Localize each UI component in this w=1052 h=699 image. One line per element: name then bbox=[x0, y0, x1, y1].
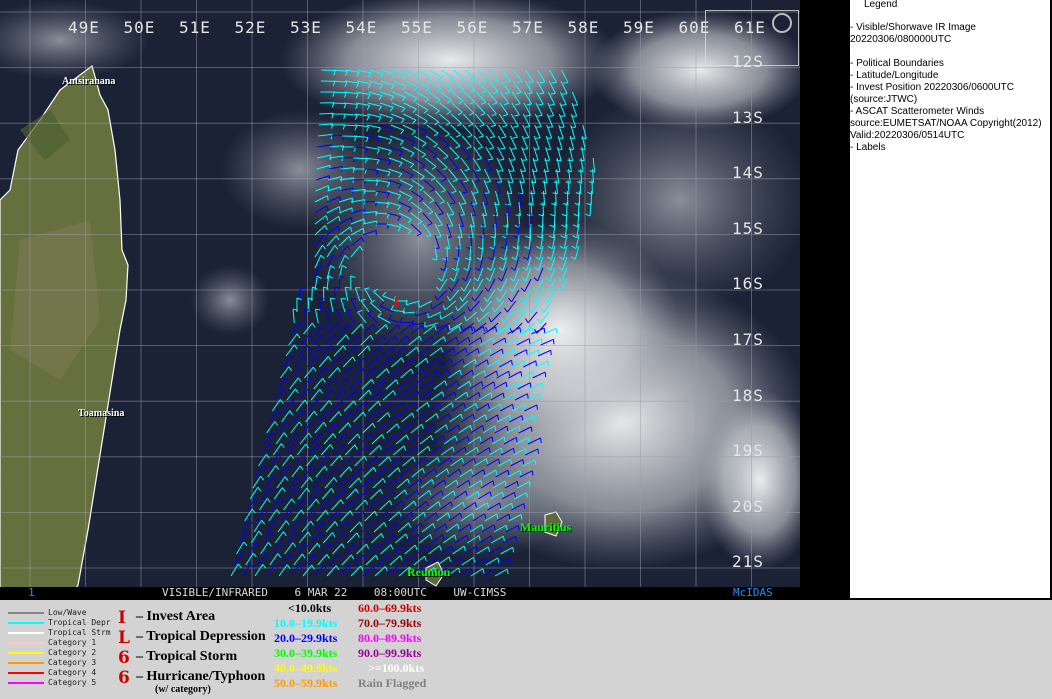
lon-label: 58E bbox=[567, 18, 600, 37]
track-swatch bbox=[8, 672, 44, 674]
track-label: Category 2 bbox=[48, 648, 97, 657]
lat-label: 19S bbox=[732, 441, 764, 461]
legend-line: (source:JTWC) bbox=[850, 94, 918, 105]
lon-label: 54E bbox=[345, 18, 378, 37]
legend-panel: Legend - Visible/Shorwave IR Image 202203… bbox=[850, 0, 1050, 598]
symbol-note: (w/ category) bbox=[155, 684, 211, 695]
invest-marker: I bbox=[393, 296, 400, 312]
lon-label: 59E bbox=[623, 18, 655, 37]
track-label: Category 3 bbox=[48, 658, 97, 667]
lat-label: 18S bbox=[732, 385, 764, 405]
storm-symbol-icon: 6 bbox=[118, 668, 130, 688]
lat-label: 14S bbox=[732, 163, 764, 183]
legend-line: - Visible/Shorwave IR Image bbox=[850, 22, 976, 33]
legend-line: - Latitude/Longitude bbox=[850, 70, 939, 81]
storm-symbol-label: – Invest Area bbox=[136, 609, 216, 624]
lon-label: 57E bbox=[512, 18, 544, 37]
track-label: Tropical Depr bbox=[48, 618, 111, 627]
speed-label: 70.0–79.9kts bbox=[358, 616, 422, 630]
speed-label: 30.0–39.9kts bbox=[274, 646, 338, 660]
bottom-key: Low/Wave Tropical Depr Tropical Strm Catego… bbox=[0, 600, 1052, 699]
place-toamasina: Toamasina bbox=[78, 408, 125, 419]
lon-label: 55E bbox=[401, 18, 433, 37]
lon-label: 53E bbox=[290, 18, 322, 37]
track-swatch bbox=[8, 662, 44, 664]
legend-line: source:EUMETSAT/NOAA Copyright(2012) bbox=[850, 118, 1042, 129]
speed-label: 60.0–69.9kts bbox=[358, 601, 422, 615]
ssec-logo-circle bbox=[772, 13, 792, 33]
lon-label: 50E bbox=[123, 18, 156, 37]
lat-label: 17S bbox=[732, 330, 764, 349]
track-swatch bbox=[8, 682, 44, 684]
storm-symbol-icon: 6 bbox=[118, 648, 130, 668]
track-label: Low/Wave bbox=[48, 608, 87, 617]
legend-line: - Labels bbox=[850, 142, 886, 153]
storm-symbol-icon: I bbox=[118, 608, 126, 628]
storm-symbol-label: – Hurricane/Typhoon bbox=[136, 669, 266, 684]
lon-label: 52E bbox=[234, 18, 267, 37]
ssec-logo bbox=[705, 10, 799, 66]
legend-line: - Invest Position 20220306/0600UTC bbox=[850, 82, 1014, 93]
legend-line: - Political Boundaries bbox=[850, 58, 944, 69]
footer-left: 1 bbox=[28, 586, 35, 599]
place-antsiranana: Antsiranana bbox=[62, 76, 116, 87]
storm-symbol-label: – Tropical Storm bbox=[136, 649, 238, 664]
footer-right: McIDAS bbox=[733, 586, 773, 599]
speed-label: Rain Flagged bbox=[358, 676, 427, 690]
track-swatch bbox=[8, 632, 44, 634]
lat-label: 21S bbox=[732, 552, 764, 572]
legend-title: Legend bbox=[864, 0, 898, 10]
storm-symbol-icon: L bbox=[118, 628, 130, 648]
lon-label: 51E bbox=[179, 18, 211, 37]
track-swatch bbox=[8, 612, 44, 614]
legend-line: - ASCAT Scatterometer Winds bbox=[850, 106, 985, 117]
lat-label: 16S bbox=[732, 274, 764, 294]
speed-label: 40.0–49.9kts bbox=[274, 661, 338, 675]
track-swatch bbox=[8, 652, 44, 654]
track-label: Category 4 bbox=[48, 668, 97, 677]
track-label: Tropical Strm bbox=[48, 628, 111, 637]
footer-center: VISIBLE/INFRARED 6 MAR 22 08:00UTC UW-CI… bbox=[162, 586, 507, 599]
speed-label: 10.0–19.9kts bbox=[274, 616, 338, 630]
satellite-map: I 49E 50E 51E 52E 53E 54E 55E 56E 57E 58E 59E 60E 61… bbox=[0, 0, 820, 601]
speed-label: 90.0–99.9kts bbox=[358, 646, 422, 660]
legend-line: 20220306/080000UTC bbox=[850, 34, 952, 45]
lat-label: 13S bbox=[732, 107, 764, 127]
speed-label: 50.0–59.9kts bbox=[274, 676, 338, 690]
speed-label: <10.0kts bbox=[288, 601, 332, 615]
lon-label: 49E bbox=[68, 18, 100, 37]
track-label: Category 5 bbox=[48, 678, 97, 687]
lat-label: 20S bbox=[732, 496, 764, 516]
lat-label: 15S bbox=[732, 218, 764, 238]
speed-label: >=100.0kts bbox=[368, 661, 425, 675]
storm-symbol-label: – Tropical Depression bbox=[136, 629, 266, 644]
speed-label: 20.0–29.9kts bbox=[274, 631, 338, 645]
lon-label: 56E bbox=[456, 18, 489, 37]
track-swatch bbox=[8, 642, 44, 644]
place-mauritius: Mauritius bbox=[520, 520, 572, 534]
map-canvas: I bbox=[0, 0, 820, 601]
track-label: Category 1 bbox=[48, 638, 97, 647]
legend-line: Valid:20220306/0514UTC bbox=[850, 130, 965, 141]
track-swatch bbox=[8, 622, 44, 624]
speed-label: 80.0–89.9kts bbox=[358, 631, 422, 645]
place-reunion: Reunion bbox=[407, 565, 451, 579]
